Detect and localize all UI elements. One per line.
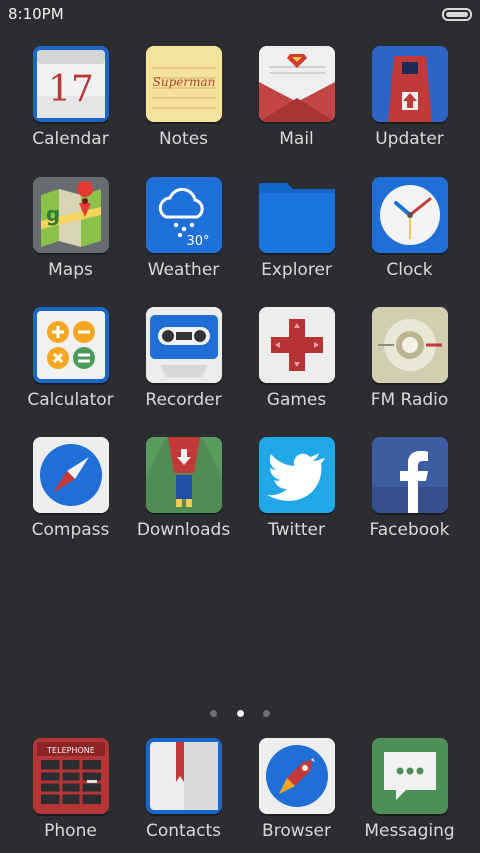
- app-fm-radio[interactable]: FM Radio: [353, 307, 466, 410]
- app-label-calculator: Calculator: [27, 390, 114, 410]
- app-label-recorder: Recorder: [145, 390, 222, 410]
- app-calculator[interactable]: Calculator: [14, 307, 127, 410]
- weather-icon: 30°: [145, 177, 222, 253]
- app-maps[interactable]: g Maps: [14, 177, 127, 280]
- dock-browser[interactable]: Browser: [240, 738, 353, 841]
- app-updater[interactable]: Updater: [353, 46, 466, 149]
- page-dot-2-active[interactable]: [236, 710, 244, 717]
- app-label-phone: Phone: [44, 821, 97, 841]
- folder-icon: [258, 177, 335, 253]
- downloads-icon: [145, 437, 222, 513]
- calendar-icon: 17: [32, 46, 109, 122]
- app-explorer[interactable]: Explorer: [240, 177, 353, 280]
- app-label-browser: Browser: [262, 821, 331, 841]
- notes-text: Superman: [152, 75, 215, 89]
- app-notes[interactable]: Superman Notes: [127, 46, 240, 149]
- app-label-compass: Compass: [31, 520, 110, 540]
- page-indicator: [0, 702, 480, 721]
- app-label-downloads: Downloads: [136, 520, 231, 540]
- mail-icon: [258, 46, 335, 122]
- app-label-explorer: Explorer: [261, 260, 332, 280]
- app-label-calendar: Calendar: [32, 129, 109, 149]
- app-mail[interactable]: Mail: [240, 46, 353, 149]
- app-label-notes: Notes: [158, 129, 209, 149]
- dock-messaging[interactable]: Messaging: [353, 738, 466, 841]
- app-label-contacts: Contacts: [146, 821, 221, 841]
- app-label-weather: Weather: [147, 260, 220, 280]
- app-downloads[interactable]: Downloads: [127, 437, 240, 540]
- app-label-updater: Updater: [375, 129, 444, 149]
- app-label-maps: Maps: [48, 260, 93, 280]
- app-label-facebook: Facebook: [369, 520, 450, 540]
- app-calendar[interactable]: 17 Calendar: [14, 46, 127, 149]
- gamepad-icon: [258, 307, 335, 383]
- app-label-messaging: Messaging: [364, 821, 455, 841]
- calculator-icon: [32, 307, 109, 383]
- dock-phone[interactable]: TELEPHONE Phone: [14, 738, 127, 841]
- app-facebook[interactable]: Facebook: [353, 437, 466, 540]
- compass-icon: [32, 437, 109, 513]
- twitter-bird-icon: [258, 437, 335, 513]
- app-label-games: Games: [266, 390, 327, 410]
- dock-contacts[interactable]: Contacts: [127, 738, 240, 841]
- battery-icon: [442, 8, 472, 21]
- app-weather[interactable]: 30° Weather: [127, 177, 240, 280]
- status-bar: 8:10PM: [0, 0, 480, 28]
- phone-booth-text: TELEPHONE: [46, 746, 95, 755]
- weather-temperature: 30°: [186, 234, 209, 249]
- phone-booth-icon: TELEPHONE: [32, 738, 109, 814]
- contacts-book-icon: [145, 738, 222, 814]
- facebook-icon: [371, 437, 448, 513]
- page-dot-3[interactable]: [262, 710, 270, 717]
- rocket-browser-icon: [258, 738, 335, 814]
- svg-text:g: g: [45, 202, 59, 226]
- app-clock[interactable]: Clock: [353, 177, 466, 280]
- app-label-mail: Mail: [279, 129, 314, 149]
- app-twitter[interactable]: Twitter: [240, 437, 353, 540]
- app-compass[interactable]: Compass: [14, 437, 127, 540]
- page-dot-1[interactable]: [210, 710, 218, 717]
- app-recorder[interactable]: Recorder: [127, 307, 240, 410]
- message-bubble-icon: [371, 738, 448, 814]
- cassette-icon: [145, 307, 222, 383]
- notes-icon: Superman: [145, 46, 222, 122]
- updater-icon: [371, 46, 448, 122]
- app-label-twitter: Twitter: [268, 520, 325, 540]
- radio-dial-icon: [371, 307, 448, 383]
- maps-icon: g: [32, 177, 109, 253]
- app-label-clock: Clock: [386, 260, 433, 280]
- app-label-fm-radio: FM Radio: [370, 390, 449, 410]
- clock-icon: [371, 177, 448, 253]
- calendar-day: 17: [48, 69, 94, 110]
- app-games[interactable]: Games: [240, 307, 353, 410]
- status-time: 8:10PM: [8, 5, 64, 23]
